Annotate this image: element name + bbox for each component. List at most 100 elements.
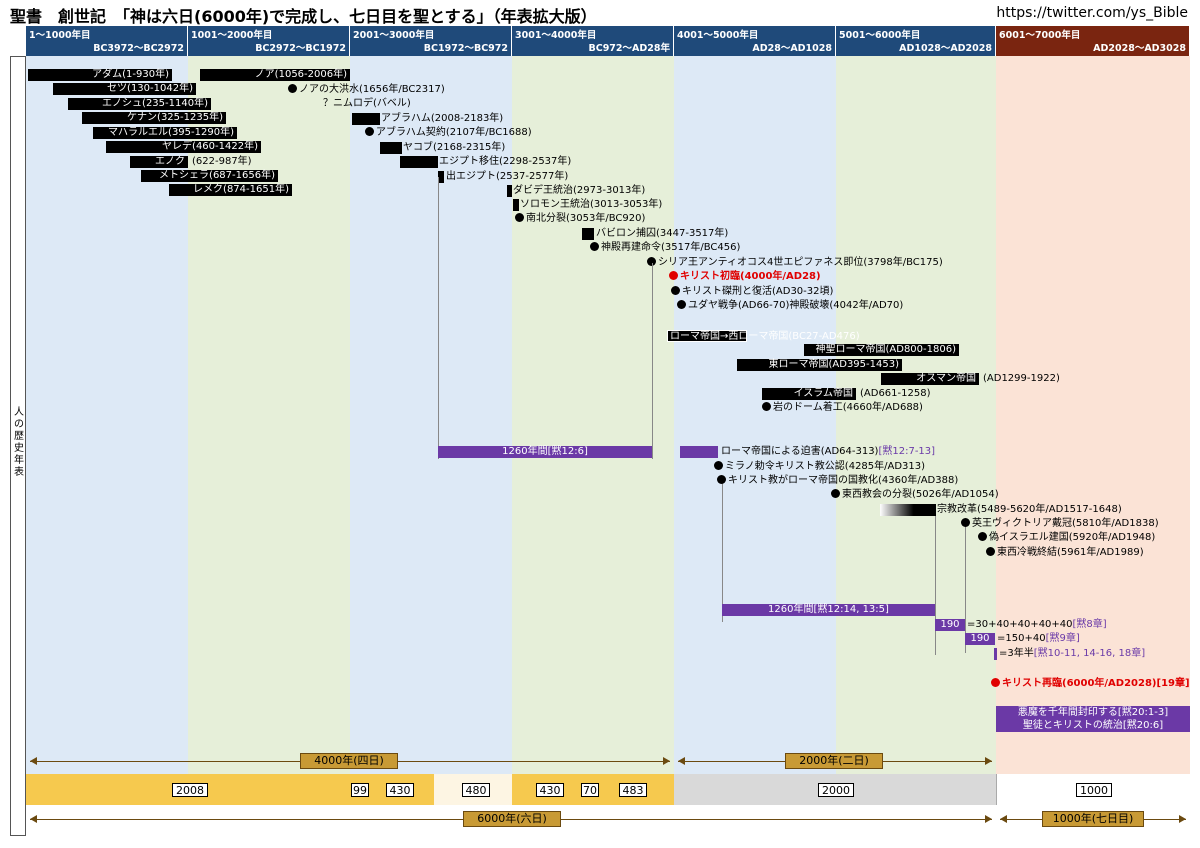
eq-text: =3年半 <box>999 648 1034 659</box>
bar-label: マハラルエル(395-1290年) <box>108 127 234 138</box>
event-nimrod: ？ニムロデ(バベル) <box>323 98 411 109</box>
eq-ref: [黙9章] <box>1045 633 1080 644</box>
source-url[interactable]: https://twitter.com/ys_Bible <box>996 5 1188 21</box>
span-6000-label: 6000年(六日) <box>463 811 561 827</box>
col-era: BC972～AD28年 <box>588 43 670 54</box>
dot-marker <box>669 271 678 280</box>
purple-1260-bar: 1260年間[黙12:6] <box>438 446 652 458</box>
dot-marker <box>762 402 771 411</box>
col-bg-5 <box>674 56 836 774</box>
event-antiochus: シリア王アンティオコス4世エピファネス即位(3798年/BC175) <box>647 257 943 269</box>
event-text: ユダヤ戦争(AD66-70)神殿破壊(4042年/AD70) <box>688 300 904 311</box>
patriarch-bar: マハラルエル(395-1290年) <box>93 127 237 139</box>
bar-label: エノク <box>155 156 185 167</box>
event-text: 東西冷戦終結(5961年/AD1989) <box>997 547 1144 558</box>
col-range: 2001～3000年目 <box>353 30 435 41</box>
dot-marker <box>831 489 840 498</box>
event-text: 神殿再建命令(3517年/BC456) <box>601 242 741 253</box>
event-exodus: 出エジプト(2537-2577年) <box>446 171 569 182</box>
event-reformation: 宗教改革(5489-5620年/AD1517-1648) <box>937 504 1122 515</box>
event-israel: 偽イスラエル建国(5920年/AD1948) <box>978 532 1155 544</box>
p190a-eq: =30+40+40+40+40[黙8章] <box>967 619 1107 631</box>
block-70: 70 <box>581 783 599 797</box>
patriarch-bar: ヤレデ(460-1422年) <box>106 141 261 153</box>
dot-marker <box>677 300 686 309</box>
millennium-line1: 悪魔を千年間封印する[黙20:1-3] <box>1017 707 1169 718</box>
col-range: 5001～6000年目 <box>839 30 921 41</box>
col-era: AD2028～AD3028 <box>1093 43 1186 54</box>
dot-marker <box>365 127 374 136</box>
col-header-1: 1～1000年目 BC3972～BC2972 <box>26 26 188 56</box>
millennium-bar: 悪魔を千年間封印する[黙20:1-3] 聖徒とキリストの統治[黙20:6] <box>996 706 1190 732</box>
guide-line <box>438 177 439 459</box>
col-bg-7 <box>996 56 1190 774</box>
col-era: AD1028～AD2028 <box>899 43 992 54</box>
event-text: ミラノ勅令キリスト教公認(4285年/AD313) <box>725 461 926 472</box>
event-persecution: ローマ帝国による迫害(AD64-313)[黙12:7-13] <box>721 446 935 458</box>
arrow-left-icon <box>30 815 37 823</box>
patriarch-bar: エノシュ(235-1140年) <box>68 98 211 110</box>
span-1000-label: 1000年(七日目) <box>1042 811 1144 827</box>
patriarch-bar: レメク(874-1651年) <box>169 184 292 196</box>
dot-marker <box>961 518 970 527</box>
dot-marker <box>986 547 995 556</box>
purple-190-bar-2: 190 <box>965 633 995 645</box>
arrow-left-icon <box>678 757 685 765</box>
block-2008: 2008 <box>172 783 208 797</box>
col-header-3: 2001～3000年目 BC1972～BC972 <box>350 26 512 56</box>
babylon-bar <box>582 228 594 240</box>
event-covenant: アブラハム契約(2107年/BC1688) <box>365 127 532 139</box>
arrow-left-icon <box>30 757 37 765</box>
patriarch-bar: エノク <box>130 156 188 168</box>
empire-east-rome-bar: 東ローマ帝国(AD395-1453) <box>737 359 902 371</box>
col-bg-6 <box>836 56 996 774</box>
col-range: 4001～5000年目 <box>677 30 759 41</box>
col-era: BC2972～BC1972 <box>255 43 346 54</box>
event-dome: 岩のドーム着工(4660年/AD688) <box>762 402 923 414</box>
event-egypt: エジプト移住(2298-2537年) <box>439 156 572 167</box>
p190b-eq: =150+40[黙9章] <box>997 633 1080 645</box>
empire-hre-bar: 神聖ローマ帝国(AD800-1806) <box>804 344 959 356</box>
eq-ref: [黙10-11, 14-16, 18章] <box>1033 648 1146 659</box>
eq-ref: [黙8章] <box>1072 619 1107 630</box>
bar-label: レメク(874-1651年) <box>193 184 289 195</box>
event-abraham: アブラハム(2008-2183年) <box>381 113 504 124</box>
event-first-coming: キリスト初臨(4000年/AD28) <box>669 271 821 283</box>
event-text: キリスト教がローマ帝国の国教化(4360年/AD388) <box>728 475 959 486</box>
patriarch-bar: ケナン(325-1235年) <box>82 112 226 124</box>
block-483: 483 <box>619 783 647 797</box>
timeline-stage: 聖書 創世記 「神は六日(6000年)で完成し、七日目を聖とする」（年表拡大版）… <box>0 0 1200 848</box>
persecution-bar <box>680 446 718 458</box>
dot-marker <box>717 475 726 484</box>
event-ref: [黙12:7-13] <box>878 446 936 457</box>
page-title: 聖書 創世記 「神は六日(6000年)で完成し、七日目を聖とする」（年表拡大版） <box>10 7 597 26</box>
bar-label: イスラム帝国 <box>793 388 853 399</box>
event-temple-rebuild: 神殿再建命令(3517年/BC456) <box>590 242 740 254</box>
david-bar <box>507 185 512 197</box>
event-second-coming: キリスト再臨(6000年/AD2028)[19章] <box>991 678 1190 690</box>
event-text: 岩のドーム着工(4660年/AD688) <box>773 402 923 413</box>
block-1000: 1000 <box>1076 783 1112 797</box>
purple-35-bar <box>994 648 997 660</box>
col-header-7: 6001～7000年目 AD2028～AD3028 <box>996 26 1190 56</box>
empire-islam-bar: イスラム帝国 <box>762 388 856 400</box>
empire-islam-years: (AD661-1258) <box>860 388 931 399</box>
event-ref: [19章] <box>1156 678 1190 689</box>
event-text: ノアの大洪水(1656年/BC2317) <box>299 84 445 95</box>
purple-1260-bar-2: 1260年間[黙12:14, 13:5] <box>722 604 935 616</box>
event-text: キリスト再臨(6000年/AD2028) <box>1002 678 1157 689</box>
event-text: シリア王アンティオコス4世エピファネス即位(3798年/BC175) <box>658 257 943 268</box>
guide-line <box>722 480 723 622</box>
event-jacob: ヤコブ(2168-2315年) <box>403 142 506 153</box>
event-milan: ミラノ勅令キリスト教公認(4285年/AD313) <box>714 461 925 473</box>
block-gold-1 <box>26 774 434 805</box>
guide-line <box>652 263 653 459</box>
col-era: BC3972～BC2972 <box>93 43 184 54</box>
patriarch-bar: メトシェラ(687-1656年) <box>141 170 278 182</box>
arrow-right-icon <box>985 757 992 765</box>
event-text: キリスト磔刑と復活(AD30-32頃) <box>682 286 834 297</box>
block-480: 480 <box>462 783 490 797</box>
event-text: 英王ヴィクトリア戴冠(5810年/AD1838) <box>972 518 1159 529</box>
event-cold-war: 東西冷戦終結(5961年/AD1989) <box>986 547 1144 559</box>
col-range: 6001～7000年目 <box>999 30 1081 41</box>
